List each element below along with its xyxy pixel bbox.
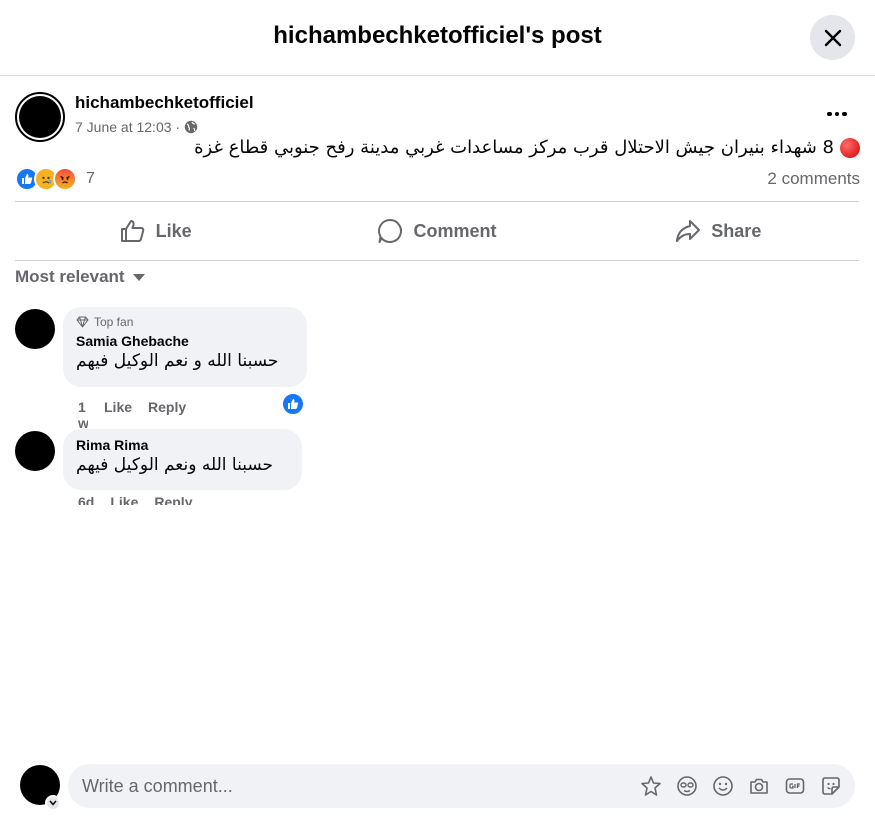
author-avatar[interactable] <box>15 92 65 142</box>
globe-icon <box>184 120 198 134</box>
sticker-icon <box>822 777 840 795</box>
photo-button[interactable] <box>747 774 771 798</box>
sticker-star-icon <box>641 776 661 796</box>
sticker-button[interactable] <box>819 774 843 798</box>
gif-icon <box>785 778 805 794</box>
commenter-avatar[interactable] <box>15 309 55 349</box>
top-fan-badge: Top fan <box>76 315 294 329</box>
comment-text: حسبنا الله ونعم الوكيل فيهم <box>76 455 274 475</box>
comment-button-label: Comment <box>413 220 497 241</box>
comment-reply-button[interactable]: Reply <box>148 399 186 431</box>
comment-input[interactable] <box>82 764 622 808</box>
commenter-name[interactable]: Samia Ghebache <box>76 333 294 349</box>
scroll-area-blank <box>0 505 875 745</box>
sort-label: Most relevant <box>15 267 125 286</box>
author-name[interactable]: hichambechketofficiel <box>75 93 254 113</box>
thumbs-up-icon <box>120 220 144 242</box>
reaction-count: 7 <box>86 170 95 187</box>
post-action-bar: Like Comment Share <box>15 201 859 261</box>
comment-button[interactable]: Comment <box>296 202 577 260</box>
comment-bubble: Top fan Samia Ghebache حسبنا الله و نعم … <box>63 307 307 387</box>
share-button-label: Share <box>711 220 762 241</box>
share-button[interactable]: Share <box>578 202 859 260</box>
post-text-body: 8 شهداء بنيران جيش الاحتلال قرب مركز مسا… <box>194 137 834 158</box>
post-text: 8 شهداء بنيران جيش الاحتلال قرب مركز مسا… <box>194 137 860 158</box>
comment-like-reaction[interactable] <box>281 392 305 416</box>
chevron-down-icon <box>49 800 57 806</box>
profile-switch-button[interactable] <box>45 795 61 811</box>
close-button[interactable] <box>810 15 855 60</box>
emoji-button[interactable] <box>711 774 735 798</box>
comment-like-button[interactable]: Like <box>104 399 132 431</box>
close-icon <box>824 29 841 46</box>
avatar-face-icon <box>677 776 697 796</box>
gif-button[interactable] <box>783 774 807 798</box>
more-options-button[interactable] <box>822 104 852 124</box>
avatar-sticker-button[interactable] <box>639 774 663 798</box>
comment-composer <box>68 764 855 808</box>
comment-text: حسبنا الله و نعم الوكيل فيهم <box>76 351 279 371</box>
comment-bubble: Rima Rima حسبنا الله ونعم الوكيل فيهم <box>63 429 302 490</box>
dialog-title: hichambechketofficiel's post <box>273 22 602 49</box>
top-fan-label: Top fan <box>94 315 134 329</box>
share-icon <box>676 220 701 242</box>
reaction-summary[interactable]: 7 <box>15 167 95 191</box>
like-button[interactable]: Like <box>15 202 296 260</box>
post-date[interactable]: 7 June at 12:03 · <box>75 119 180 135</box>
post-meta: 7 June at 12:03 · <box>75 119 198 135</box>
commenter-avatar[interactable] <box>15 431 55 471</box>
red-circle-icon <box>840 137 860 158</box>
composer-tools <box>639 774 843 798</box>
camera-icon <box>750 778 768 794</box>
comment-time[interactable]: 1 w <box>78 399 88 431</box>
caret-down-icon <box>132 273 145 281</box>
comment-icon <box>378 219 403 243</box>
like-icon <box>288 399 299 409</box>
diamond-icon <box>76 316 89 328</box>
dialog-header: hichambechketofficiel's post <box>0 0 875 76</box>
comments-count[interactable]: 2 comments <box>767 169 860 189</box>
commenter-name[interactable]: Rima Rima <box>76 437 289 453</box>
angry-icon <box>53 167 77 191</box>
like-button-label: Like <box>155 220 192 241</box>
comment-sort-dropdown[interactable]: Most relevant <box>15 267 145 287</box>
comment-actions: 1 w Like Reply <box>78 399 186 431</box>
avatar-button[interactable] <box>675 774 699 798</box>
emoji-icon <box>713 776 733 796</box>
